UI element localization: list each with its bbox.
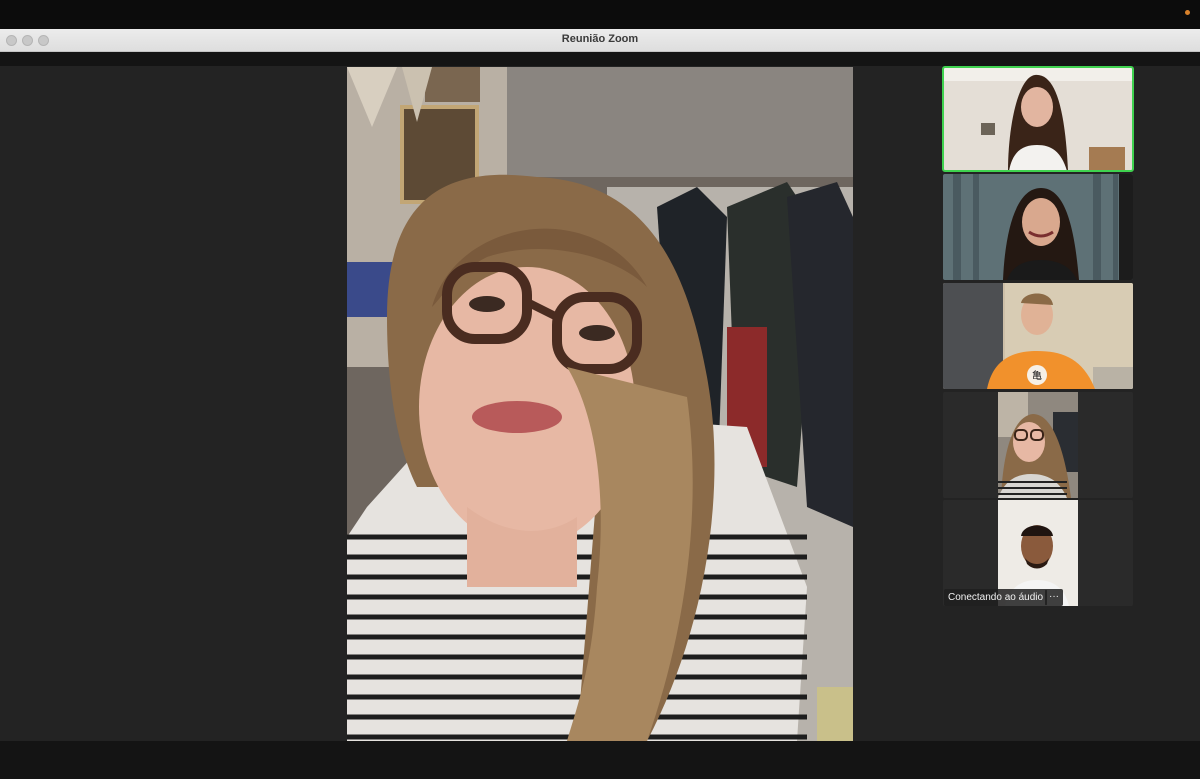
- audio-connecting-label: Conectando ao áudio: [944, 589, 1048, 606]
- window-title: Reunião Zoom: [561, 33, 639, 45]
- participant-video-3: 亀: [943, 283, 1133, 389]
- main-video-frame: [347, 67, 853, 741]
- participant-tile-1[interactable]: [942, 66, 1134, 172]
- participant-tile-2[interactable]: [943, 174, 1133, 280]
- participant-video-1: [943, 67, 1133, 171]
- participant-tile-4[interactable]: [943, 392, 1133, 498]
- participant-video-4: [943, 392, 1133, 498]
- participant-tile-3[interactable]: 亀: [943, 283, 1133, 389]
- main-speaker-video[interactable]: [347, 67, 853, 741]
- more-options-button[interactable]: ···: [1045, 589, 1063, 606]
- meeting-top-strip: [0, 52, 1200, 66]
- status-dot-icon: [1185, 10, 1190, 15]
- window-titlebar: Reunião Zoom: [0, 29, 1200, 52]
- shirt-symbol-icon: 亀: [1032, 369, 1042, 382]
- participant-video-2: [943, 174, 1133, 280]
- meeting-bottom-strip: [0, 741, 1200, 779]
- menu-bar: [0, 0, 1200, 29]
